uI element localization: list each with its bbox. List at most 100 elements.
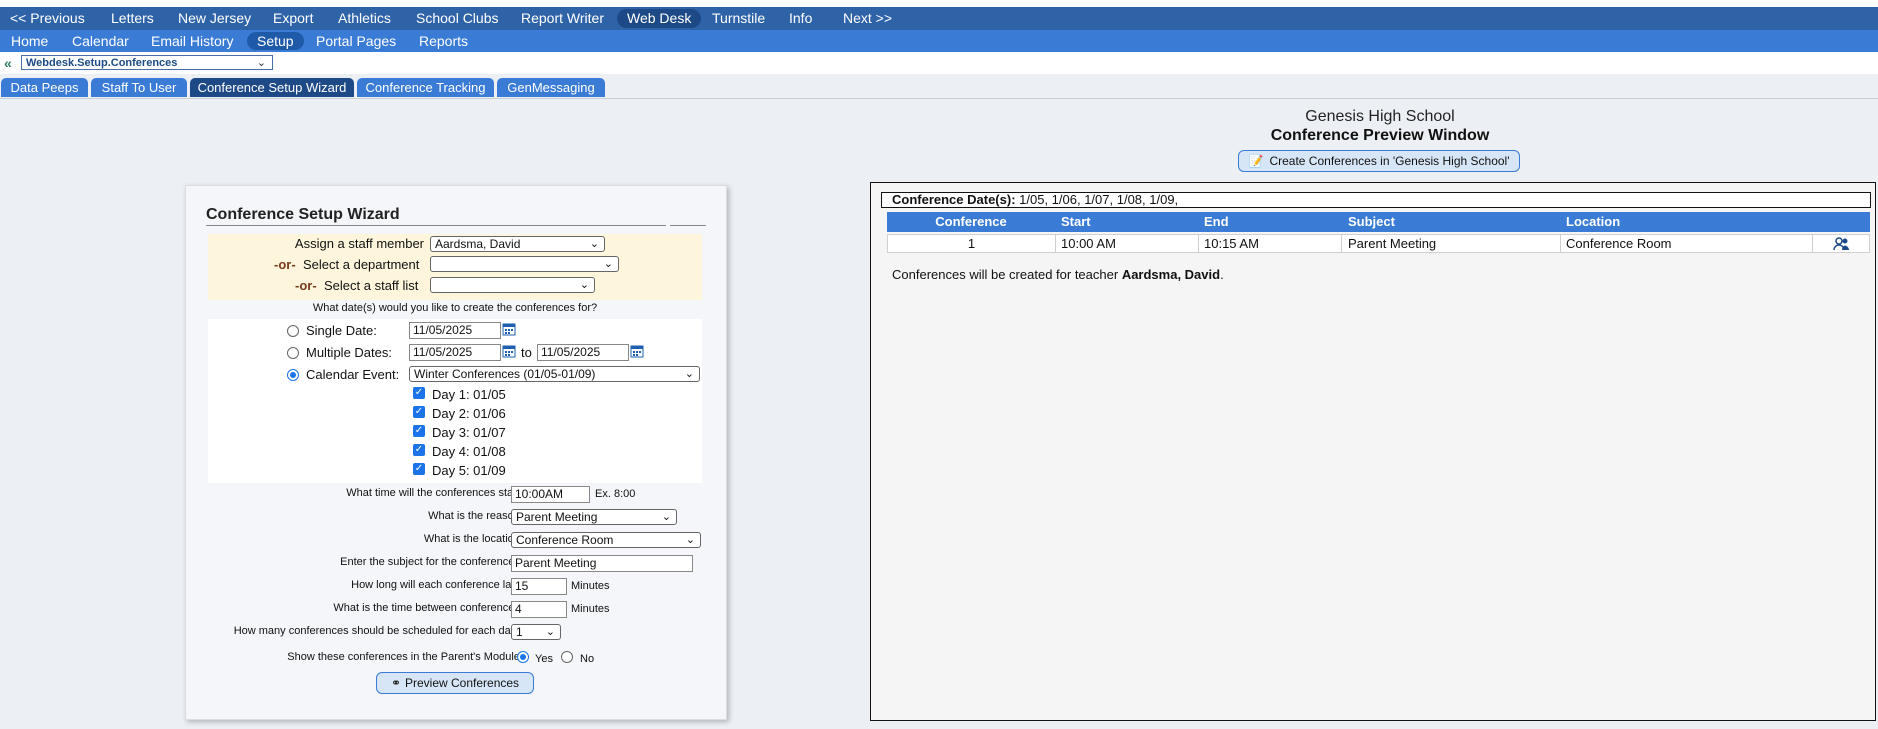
start-time-input[interactable]: 10:00AM [511, 486, 590, 503]
conference-preview-window: Conference Date(s): 1/05, 1/06, 1/07, 1/… [870, 182, 1876, 721]
conference-setup-wizard: Conference Setup Wizard Assign a staff m… [185, 185, 727, 720]
how-many-question: How many conferences should be scheduled… [233, 625, 526, 637]
multiple-to-input[interactable]: 11/05/2025 [537, 344, 629, 361]
subnav-setup[interactable]: Setup [247, 32, 304, 50]
day-4-checkbox[interactable]: ✓ [413, 444, 425, 456]
calendar-event-radio[interactable] [287, 369, 299, 381]
department-select[interactable]: ⌄ [430, 256, 619, 272]
calendar-icon[interactable] [630, 344, 644, 358]
location-select[interactable]: Conference Room ⌄ [511, 532, 701, 548]
cell-subject: Parent Meeting [1348, 236, 1437, 251]
subnav-calendar[interactable]: Calendar [72, 30, 129, 52]
col-start: Start [1061, 214, 1091, 229]
divider [670, 225, 706, 226]
assign-label: Assign a staff member [294, 236, 424, 251]
day-5-label: Day 5: 01/09 [432, 463, 506, 478]
department-label: Select a department [303, 257, 420, 272]
to-label: to [521, 345, 532, 360]
multiple-dates-radio[interactable] [287, 347, 299, 359]
start-time-question: What time will the conferences start? [346, 487, 526, 499]
nav-info[interactable]: Info [789, 7, 812, 30]
or-label: -or- [274, 257, 296, 272]
calendar-event-select[interactable]: Winter Conferences (01/05-01/09) ⌄ [409, 366, 700, 382]
how-many-select[interactable]: 1 ⌄ [511, 624, 561, 640]
nav-export[interactable]: Export [273, 7, 313, 30]
location-question: What is the location? [423, 533, 526, 545]
divider [1812, 235, 1813, 252]
people-icon[interactable] [1833, 237, 1851, 251]
day-2-checkbox[interactable]: ✓ [413, 406, 425, 418]
nav-turnstile[interactable]: Turnstile [712, 7, 765, 30]
day-4-label: Day 4: 01/08 [432, 444, 506, 459]
tab-genmessaging[interactable]: GenMessaging [497, 78, 605, 97]
between-question: What is the time between conferences? [333, 602, 526, 614]
divider [1055, 235, 1056, 252]
collapse-icon[interactable]: « [4, 55, 12, 71]
calendar-icon[interactable] [502, 322, 516, 336]
parent-module-no-radio[interactable] [561, 651, 573, 663]
chevron-down-icon: ⌄ [545, 626, 555, 638]
calendar-event-label: Calendar Event: [306, 367, 400, 382]
reason-select[interactable]: Parent Meeting ⌄ [511, 509, 677, 525]
preview-conferences-button[interactable]: ⚭ Preview Conferences [376, 672, 534, 694]
page-select[interactable]: Webdesk.Setup.Conferences ⌄ [21, 55, 273, 70]
subject-question: Enter the subject for the conferences? [340, 556, 526, 568]
wizard-title: Conference Setup Wizard [206, 206, 400, 223]
single-date-radio[interactable] [287, 325, 299, 337]
day-1-label: Day 1: 01/05 [432, 387, 506, 402]
nav-letters[interactable]: Letters [111, 7, 154, 30]
nav-new-jersey[interactable]: New Jersey [178, 7, 251, 30]
day-2-label: Day 2: 01/06 [432, 406, 506, 421]
start-time-hint: Ex. 8:00 [595, 488, 636, 500]
chevron-down-icon: ⌄ [684, 368, 694, 380]
parent-module-question: Show these conferences in the Parent's M… [287, 651, 526, 663]
nav-web-desk[interactable]: Web Desk [617, 9, 702, 28]
staff-list-select[interactable]: ⌄ [430, 277, 595, 293]
create-icon: 📝 [1248, 154, 1264, 168]
multiple-from-input[interactable]: 11/05/2025 [409, 344, 501, 361]
divider [206, 225, 666, 226]
day-5-checkbox[interactable]: ✓ [413, 463, 425, 475]
table-row: 1 10:00 AM 10:15 AM Parent Meeting Confe… [887, 234, 1870, 253]
create-conferences-button[interactable]: 📝 Create Conferences in 'Genesis High Sch… [1238, 150, 1520, 172]
nav-school-clubs[interactable]: School Clubs [416, 7, 499, 30]
staff-member-select[interactable]: Aardsma, David ⌄ [430, 236, 605, 252]
between-input[interactable]: 4 [511, 601, 567, 618]
single-date-input[interactable]: 11/05/2025 [409, 322, 501, 339]
length-question: How long will each conference last? [351, 579, 526, 591]
chevron-down-icon: ⌄ [589, 238, 599, 250]
calendar-icon[interactable] [502, 344, 516, 358]
page-select-value: Webdesk.Setup.Conferences [26, 57, 178, 69]
divider [1341, 235, 1342, 252]
subnav-email-history[interactable]: Email History [151, 30, 233, 52]
tab-conference-tracking[interactable]: Conference Tracking [357, 78, 494, 97]
subject-input[interactable]: Parent Meeting [511, 555, 693, 572]
length-input[interactable]: 15 [511, 578, 567, 595]
day-3-label: Day 3: 01/07 [432, 425, 506, 440]
nav-report-writer[interactable]: Report Writer [521, 7, 604, 30]
nav-next[interactable]: Next >> [843, 7, 892, 30]
divider [1560, 235, 1561, 252]
cell-conference: 1 [967, 236, 976, 251]
yes-label: Yes [535, 653, 553, 665]
subnav-portal-pages[interactable]: Portal Pages [316, 30, 396, 52]
reason-value: Parent Meeting [516, 510, 598, 524]
day-1-checkbox[interactable]: ✓ [413, 387, 425, 399]
school-name: Genesis High School [1305, 108, 1455, 125]
note-teacher: Aardsma, David [1121, 267, 1221, 282]
top-strip [0, 0, 1878, 7]
col-conference: Conference [935, 214, 1007, 229]
subnav-reports[interactable]: Reports [419, 30, 468, 52]
nav-previous[interactable]: << Previous [10, 7, 85, 30]
chevron-down-icon: ⌄ [579, 279, 589, 291]
tab-bar: Data Peeps Staff To User Conference Setu… [0, 74, 1878, 99]
nav-athletics[interactable]: Athletics [338, 7, 391, 30]
day-3-checkbox[interactable]: ✓ [413, 425, 425, 437]
tab-staff-to-user[interactable]: Staff To User [91, 78, 187, 97]
note-suffix: . [1220, 267, 1224, 282]
chevron-down-icon: ⌄ [685, 534, 695, 546]
subnav-home[interactable]: Home [11, 30, 48, 52]
parent-module-yes-radio[interactable] [517, 651, 529, 663]
tab-conference-setup-wizard[interactable]: Conference Setup Wizard [190, 78, 354, 97]
tab-data-peeps[interactable]: Data Peeps [1, 78, 88, 97]
